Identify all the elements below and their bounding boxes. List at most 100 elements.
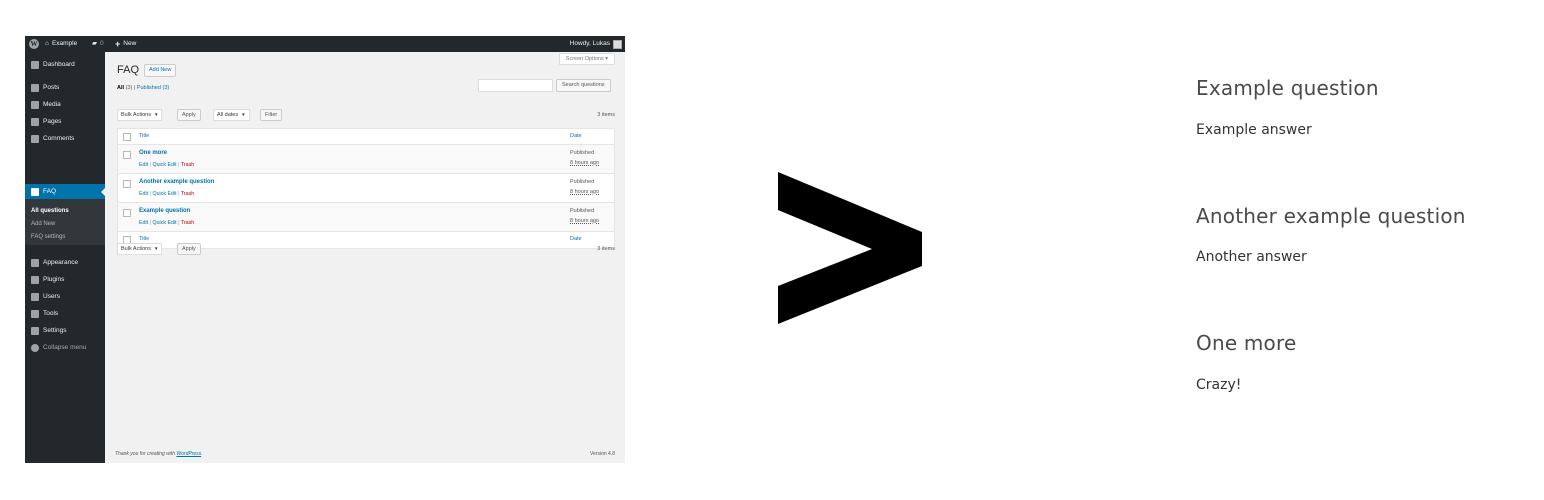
column-date-sort-footer[interactable]: Date	[570, 236, 582, 242]
row-checkbox[interactable]	[123, 151, 131, 159]
plug-icon	[31, 275, 39, 284]
sidebar-item-label: Appearance	[43, 259, 79, 266]
site-name-link[interactable]: ⌂ Example	[45, 36, 77, 52]
sidebar-item-users[interactable]: Users	[25, 289, 105, 304]
sidebar-item-dashboard[interactable]: Dashboard	[25, 57, 105, 72]
sidebar-item-label: Comments	[43, 135, 75, 142]
row-status: Published	[570, 179, 595, 185]
edit-link[interactable]: Edit	[139, 220, 148, 226]
trash-link[interactable]: Trash	[181, 191, 194, 197]
comment-bubble-icon: ▰	[92, 40, 97, 47]
add-new-button[interactable]: Add New	[144, 64, 177, 77]
new-content-link[interactable]: + New	[115, 36, 136, 52]
sidebar-item-appearance[interactable]: Appearance	[25, 255, 105, 270]
submenu-all-questions[interactable]: All questions	[31, 208, 69, 214]
sidebar-item-settings[interactable]: Settings	[25, 323, 105, 338]
date-filter-value: All dates	[217, 112, 239, 118]
row-status: Published	[570, 208, 595, 214]
quick-edit-link[interactable]: Quick Edit	[152, 162, 176, 168]
filter-all-link[interactable]: All	[117, 85, 124, 91]
items-count-bottom: 3 items	[597, 246, 615, 252]
caret-down-icon: ▼	[153, 246, 159, 251]
apply-button-bottom[interactable]: Apply	[177, 243, 201, 255]
column-date-sort[interactable]: Date	[570, 133, 582, 139]
faq-submenu: All questions Add New FAQ settings	[25, 199, 105, 245]
row-date: 8 hours ago	[570, 160, 600, 166]
sidebar-item-plugins[interactable]: Plugins	[25, 272, 105, 287]
howdy-label: Howdy, Lukas	[569, 40, 610, 47]
sidebar-item-label: Users	[43, 293, 60, 300]
caret-down-icon: ▾	[605, 56, 608, 62]
filter-all-count: (3)	[125, 85, 133, 91]
plus-icon: +	[115, 39, 121, 49]
row-actions: Edit | Quick Edit | Trash	[139, 162, 195, 168]
trash-link[interactable]: Trash	[181, 220, 194, 226]
row-title-link[interactable]: Example question	[139, 208, 190, 214]
apply-button-top[interactable]: Apply	[177, 109, 201, 121]
row-checkbox[interactable]	[123, 180, 131, 188]
site-name-label: Example	[51, 40, 78, 47]
column-title-sort[interactable]: Title	[139, 133, 149, 139]
submenu-add-new[interactable]: Add New	[31, 221, 55, 227]
account-menu[interactable]: Howdy, Lukas	[570, 36, 622, 52]
collapse-icon	[31, 343, 39, 352]
row-title-link[interactable]: One more	[139, 150, 167, 156]
search-input[interactable]	[478, 79, 553, 92]
bulk-actions-value: Bulk Actions	[121, 246, 151, 252]
page-title: FAQ	[117, 64, 140, 76]
screen-options-label: Screen Options	[565, 56, 604, 62]
sidebar-item-label: Posts	[43, 84, 60, 91]
trash-link[interactable]: Trash	[181, 162, 194, 168]
items-count-top: 3 items	[597, 112, 615, 118]
faq-question: Another example question	[1196, 204, 1466, 228]
select-all-checkbox[interactable]	[123, 133, 131, 141]
date-filter-select[interactable]: All dates ▼	[213, 109, 250, 121]
dashboard-icon	[31, 60, 39, 69]
screen-options-button[interactable]: Screen Options ▾	[558, 53, 615, 65]
filter-published-link[interactable]: Published (3)	[137, 85, 169, 91]
sidebar-item-label: FAQ	[43, 188, 57, 195]
table-row: Example question Edit | Quick Edit | Tra…	[118, 203, 614, 232]
sidebar-item-pages[interactable]: Pages	[25, 114, 105, 129]
quick-edit-link[interactable]: Quick Edit	[152, 191, 176, 197]
faq-list-table: Title Date One more Edit | Quick Edit | …	[117, 128, 615, 249]
row-actions: Edit | Quick Edit | Trash	[139, 191, 195, 197]
filter-button[interactable]: Filter	[260, 109, 283, 121]
row-date: 8 hours ago	[570, 189, 600, 195]
search-questions-button[interactable]: Search questions	[556, 79, 611, 92]
faq-question: One more	[1196, 331, 1297, 355]
sidebar-item-posts[interactable]: Posts	[25, 80, 105, 95]
pin-icon	[31, 83, 39, 92]
bulk-actions-select-bottom[interactable]: Bulk Actions ▼	[117, 243, 163, 255]
edit-link[interactable]: Edit	[139, 162, 148, 168]
brush-icon	[31, 258, 39, 267]
collapse-menu-button[interactable]: Collapse menu	[25, 340, 105, 355]
table-row: Another example question Edit | Quick Ed…	[118, 174, 614, 203]
column-title-sort-footer[interactable]: Title	[139, 236, 149, 242]
bulk-actions-select-top[interactable]: Bulk Actions ▼	[117, 109, 163, 121]
wordpress-link[interactable]: WordPress	[176, 451, 201, 457]
footer-thanks-text: Thank you for creating with	[115, 451, 176, 457]
sidebar-item-media[interactable]: Media	[25, 97, 105, 112]
sidebar-item-comments[interactable]: Comments	[25, 131, 105, 146]
comments-link[interactable]: ▰ 0	[92, 36, 104, 52]
submenu-faq-settings[interactable]: FAQ settings	[31, 234, 65, 240]
wordpress-logo-button[interactable]: W	[28, 36, 40, 52]
sidebar-item-label: Media	[43, 101, 61, 108]
user-icon	[31, 292, 39, 301]
row-title-link[interactable]: Another example question	[139, 179, 214, 185]
sidebar-item-faq[interactable]: FAQ	[25, 184, 105, 199]
faq-answer: Crazy!	[1196, 377, 1242, 393]
sidebar-item-label: Collapse menu	[43, 344, 87, 351]
sidebar-item-label: Settings	[43, 327, 67, 334]
admin-bar: W ⌂ Example ▰ 0 + New Howdy, Lukas	[25, 36, 625, 52]
row-checkbox[interactable]	[123, 209, 131, 217]
wrench-icon	[31, 309, 39, 318]
sidebar-item-label: Plugins	[43, 276, 65, 283]
row-date: 8 hours ago	[570, 218, 600, 224]
edit-link[interactable]: Edit	[139, 191, 148, 197]
sidebar-item-tools[interactable]: Tools	[25, 306, 105, 321]
quick-edit-link[interactable]: Quick Edit	[152, 220, 176, 226]
comments-count: 0	[100, 40, 104, 47]
caret-down-icon: ▼	[241, 112, 246, 117]
